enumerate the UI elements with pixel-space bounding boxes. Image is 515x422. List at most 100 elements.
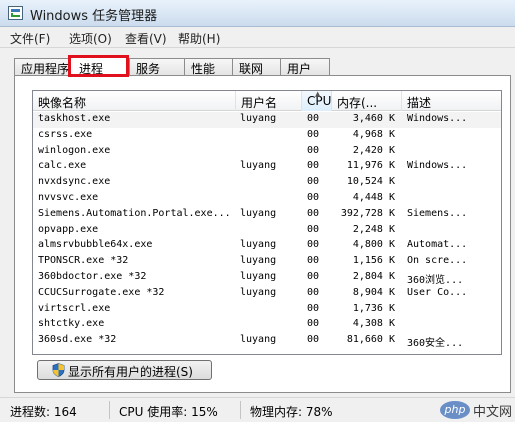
menu-view[interactable]: 查看(V): [125, 30, 167, 47]
cell-memory: 392,728 K: [340, 207, 395, 219]
cell-cpu: 00: [307, 207, 320, 219]
cell-cpu: 00: [307, 144, 320, 156]
cell-cpu: 00: [307, 286, 320, 298]
menu-help[interactable]: 帮助(H): [178, 30, 220, 47]
show-all-users-label: 显示所有用户的进程(S): [68, 365, 193, 379]
table-row[interactable]: 360sd.exe *32 luyang 00 81,660 K 360安全...: [33, 333, 501, 350]
cell-description: Windows...: [407, 160, 468, 172]
table-row[interactable]: 360bdoctor.exe *32 luyang 00 2,804 K 360浏览..…: [33, 270, 501, 286]
table-row[interactable]: nvvsvc.exe 00 4,448 K: [33, 191, 501, 207]
cell-image-name: shtctky.exe: [38, 318, 105, 330]
watermark-logo: php: [440, 401, 470, 419]
cell-user-name: luyang: [240, 334, 277, 346]
table-row[interactable]: winlogon.exe 00 2,420 K: [33, 144, 501, 160]
status-bar: 进程数: 164 CPU 使用率: 15% 物理内存: 78%: [0, 397, 515, 422]
cell-cpu: 00: [307, 113, 320, 124]
show-all-users-button[interactable]: 显示所有用户的进程(S): [37, 360, 212, 380]
column-cpu[interactable]: ▲ CPU: [302, 91, 332, 111]
table-row[interactable]: taskhost.exe luyang 00 3,460 K Windows...: [33, 112, 501, 128]
cell-image-name: almsrvbubble64x.exe: [38, 239, 153, 251]
cell-description: Siemens...: [407, 207, 468, 219]
tab-users[interactable]: 用户: [280, 58, 330, 76]
cell-description: 360浏览...: [407, 274, 464, 286]
table-row[interactable]: Siemens.Automation.Portal.exe... luyang 00…: [33, 207, 501, 223]
status-physical-memory: 物理内存: 78%: [250, 405, 333, 419]
cell-memory: 1,736 K: [352, 302, 395, 314]
cell-user-name: luyang: [240, 255, 277, 267]
table-row[interactable]: TPONSCR.exe *32 luyang 00 1,156 K On scre...: [33, 254, 501, 270]
tab-applications[interactable]: 应用程序: [14, 58, 72, 76]
cell-user-name: luyang: [240, 113, 277, 124]
cell-image-name: 360sd.exe *32: [38, 334, 117, 346]
cell-user-name: luyang: [240, 160, 277, 172]
cell-memory: 8,904 K: [352, 286, 395, 298]
table-row[interactable]: csrss.exe 00 4,968 K: [33, 128, 501, 144]
cell-image-name: TPONSCR.exe *32: [38, 255, 129, 267]
cell-user-name: luyang: [240, 270, 277, 282]
client-area: 应用程序 进程 服务 性能 联网 用户 映像名称 用户名 ▲ CPU 内存(..…: [0, 48, 515, 397]
menu-options[interactable]: 选项(O): [69, 30, 112, 47]
column-memory[interactable]: 内存(...: [332, 91, 402, 111]
cell-memory: 3,460 K: [352, 113, 395, 124]
cell-memory: 4,800 K: [352, 239, 395, 251]
cell-cpu: 00: [307, 239, 320, 251]
table-row[interactable]: nvxdsync.exe 00 10,524 K: [33, 175, 501, 191]
cell-memory: 2,248 K: [352, 223, 395, 235]
cell-image-name: CCUCSurrogate.exe *32: [38, 286, 165, 298]
status-cpu-usage: CPU 使用率: 15%: [119, 405, 218, 419]
cell-cpu: 00: [307, 128, 320, 140]
cell-image-name: taskhost.exe: [38, 113, 111, 124]
column-description[interactable]: 描述: [402, 91, 501, 111]
cell-description: Automat...: [407, 239, 468, 251]
cell-user-name: luyang: [240, 239, 277, 251]
status-divider: [109, 401, 110, 419]
tab-performance[interactable]: 性能: [184, 58, 234, 76]
cell-image-name: 360bdoctor.exe *32: [38, 270, 147, 282]
cell-cpu: 00: [307, 302, 320, 314]
cell-image-name: calc.exe: [38, 160, 87, 172]
status-divider: [240, 401, 241, 419]
cell-image-name: winlogon.exe: [38, 144, 111, 156]
watermark-text: 中文网: [473, 405, 513, 420]
cell-description: 360安全...: [407, 338, 464, 350]
list-header: 映像名称 用户名 ▲ CPU 内存(... 描述: [33, 91, 501, 111]
tab-processes[interactable]: 进程: [68, 55, 129, 77]
cell-memory: 4,448 K: [352, 191, 395, 203]
cell-image-name: nvvsvc.exe: [38, 191, 99, 203]
cell-memory: 2,804 K: [352, 270, 395, 282]
table-row[interactable]: virtscrl.exe 00 1,736 K: [33, 302, 501, 318]
tab-networking[interactable]: 联网: [232, 58, 282, 76]
title-bar[interactable]: Windows 任务管理器: [0, 0, 515, 27]
status-process-count: 进程数: 164: [10, 405, 77, 419]
cell-description: Windows...: [407, 113, 468, 124]
table-row[interactable]: calc.exe luyang 00 11,976 K Windows...: [33, 159, 501, 175]
cell-cpu: 00: [307, 191, 320, 203]
cell-cpu: 00: [307, 334, 320, 346]
cell-cpu: 00: [307, 270, 320, 282]
cell-image-name: opvapp.exe: [38, 223, 99, 235]
cell-cpu: 00: [307, 318, 320, 330]
process-list[interactable]: 映像名称 用户名 ▲ CPU 内存(... 描述 taskhost.exe luy…: [32, 90, 502, 355]
tab-strip: 应用程序 进程 服务 性能 联网 用户: [14, 55, 514, 77]
process-rows: taskhost.exe luyang 00 3,460 K Windows... csr…: [33, 112, 501, 350]
column-user-name[interactable]: 用户名: [236, 91, 302, 111]
menu-file[interactable]: 文件(F): [10, 30, 50, 47]
sort-arrow-icon: ▲: [315, 91, 321, 98]
cell-image-name: Siemens.Automation.Portal.exe...: [38, 207, 231, 219]
cell-memory: 81,660 K: [346, 334, 395, 346]
tab-services[interactable]: 服务: [129, 58, 186, 76]
cell-memory: 10,524 K: [346, 176, 395, 188]
task-manager-icon: [8, 6, 23, 20]
menu-bar: 文件(F) 选项(O) 查看(V) 帮助(H): [0, 27, 515, 48]
table-row[interactable]: shtctky.exe 00 4,308 K: [33, 317, 501, 333]
cell-memory: 4,968 K: [352, 128, 395, 140]
table-row[interactable]: almsrvbubble64x.exe luyang 00 4,800 K Automa…: [33, 238, 501, 254]
cell-user-name: luyang: [240, 207, 277, 219]
cell-user-name: luyang: [240, 286, 277, 298]
cell-image-name: nvxdsync.exe: [38, 176, 111, 188]
cell-cpu: 00: [307, 160, 320, 172]
table-row[interactable]: CCUCSurrogate.exe *32 luyang 00 8,904 K User…: [33, 286, 501, 302]
column-image-name[interactable]: 映像名称: [33, 91, 236, 111]
cell-memory: 4,308 K: [352, 318, 395, 330]
table-row[interactable]: opvapp.exe 00 2,248 K: [33, 223, 501, 239]
